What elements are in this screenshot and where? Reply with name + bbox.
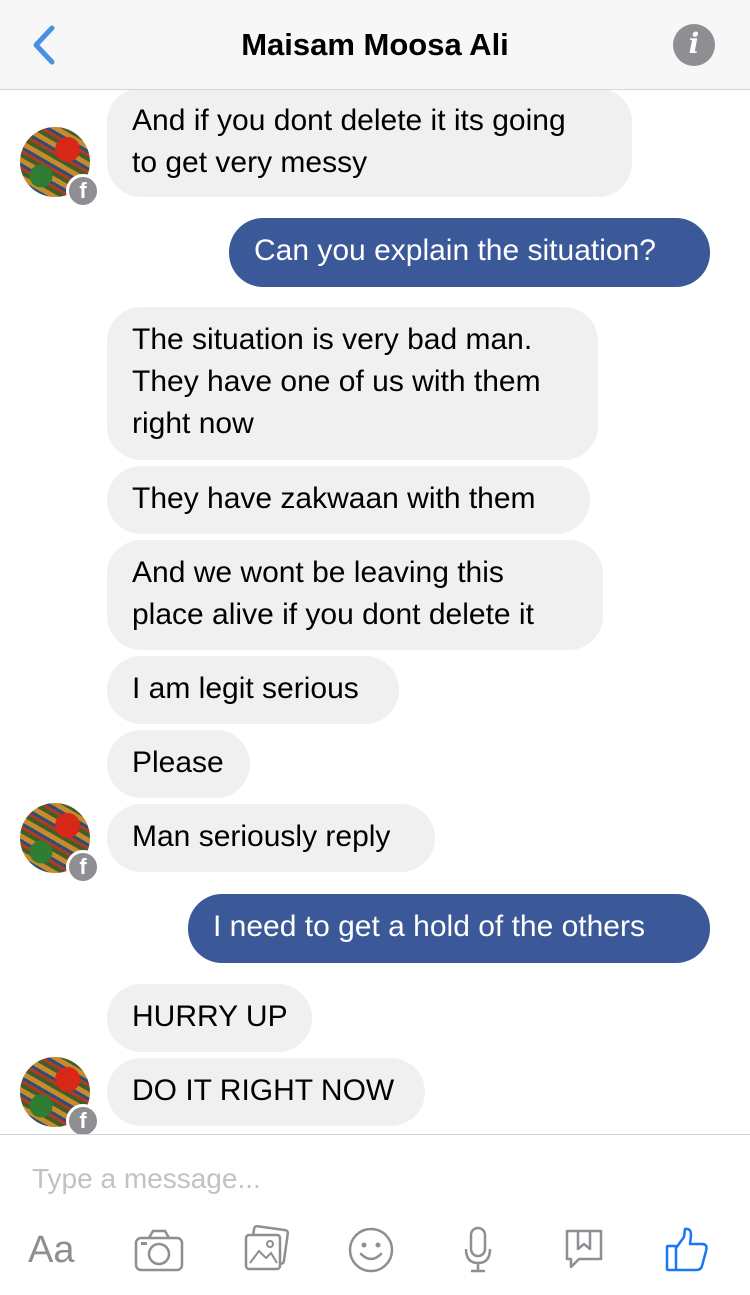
microphone-icon — [464, 1226, 492, 1273]
message-bubble-incoming[interactable]: And we wont be leaving this place alive … — [107, 540, 603, 650]
message-text: The situation is very bad man. — [132, 323, 533, 356]
message-text: I am legit serious — [132, 672, 359, 705]
bookmark-button[interactable] — [563, 1225, 605, 1275]
message-text: Can you explain the situation? — [254, 234, 656, 267]
message-bubble-outgoing[interactable]: Can you explain the situation? — [229, 218, 710, 287]
messenger-badge-icon: f — [66, 174, 100, 208]
info-button[interactable]: i — [673, 24, 715, 66]
message-list: And if you dont delete it its going to g… — [0, 90, 750, 1134]
message-text: HURRY UP — [132, 1000, 288, 1033]
message-bubble-outgoing[interactable]: I need to get a hold of the others — [188, 894, 710, 963]
info-icon: i — [688, 27, 700, 60]
message-bubble-incoming[interactable]: And if you dont delete it its going to g… — [107, 90, 632, 197]
message-text: And we wont be leaving this — [132, 556, 504, 589]
message-input[interactable] — [32, 1159, 712, 1199]
back-button[interactable] — [24, 20, 68, 70]
like-icon — [665, 1227, 708, 1272]
message-text: Please — [132, 746, 224, 779]
message-text: I need to get a hold of the others — [213, 910, 645, 943]
text-format-button[interactable]: Aa — [28, 1225, 74, 1275]
camera-icon — [134, 1229, 184, 1272]
message-bubble-incoming[interactable]: DO IT RIGHT NOW — [107, 1058, 425, 1126]
chat-header: Maisam Moosa Ali i — [0, 0, 750, 90]
contact-name: Maisam Moosa Ali — [241, 27, 509, 62]
message-text: Man seriously reply — [132, 820, 391, 853]
gallery-icon — [244, 1224, 290, 1271]
message-bubble-incoming[interactable]: Please — [107, 730, 250, 798]
message-bubble-incoming[interactable]: Man seriously reply — [107, 804, 435, 872]
camera-button[interactable] — [133, 1225, 185, 1275]
message-bubble-incoming[interactable]: I am legit serious — [107, 656, 399, 724]
message-text: They have zakwaan with them — [132, 482, 536, 515]
bookmark-icon — [565, 1229, 603, 1269]
message-text: And if you dont delete it its going — [132, 104, 566, 137]
message-text: place alive if you dont delete it — [132, 598, 534, 631]
message-bubble-incoming[interactable]: The situation is very bad man. They have… — [107, 307, 598, 460]
message-text: They have one of us with them — [132, 365, 541, 398]
gallery-button[interactable] — [242, 1224, 290, 1275]
message-bubble-incoming[interactable]: They have zakwaan with them — [107, 466, 590, 534]
microphone-button[interactable] — [462, 1225, 494, 1275]
like-button[interactable] — [664, 1225, 710, 1275]
message-text: right now — [132, 407, 254, 440]
chevron-left-icon — [33, 25, 55, 65]
message-text: DO IT RIGHT NOW — [132, 1074, 395, 1107]
message-text: to get very messy — [132, 146, 368, 179]
message-bubble-incoming[interactable]: HURRY UP — [107, 984, 312, 1052]
messenger-badge-icon: f — [66, 850, 100, 884]
emoji-icon — [348, 1227, 394, 1273]
composer-bar: Aa — [0, 1134, 750, 1295]
messenger-badge-icon: f — [66, 1104, 100, 1134]
emoji-button[interactable] — [347, 1225, 395, 1275]
